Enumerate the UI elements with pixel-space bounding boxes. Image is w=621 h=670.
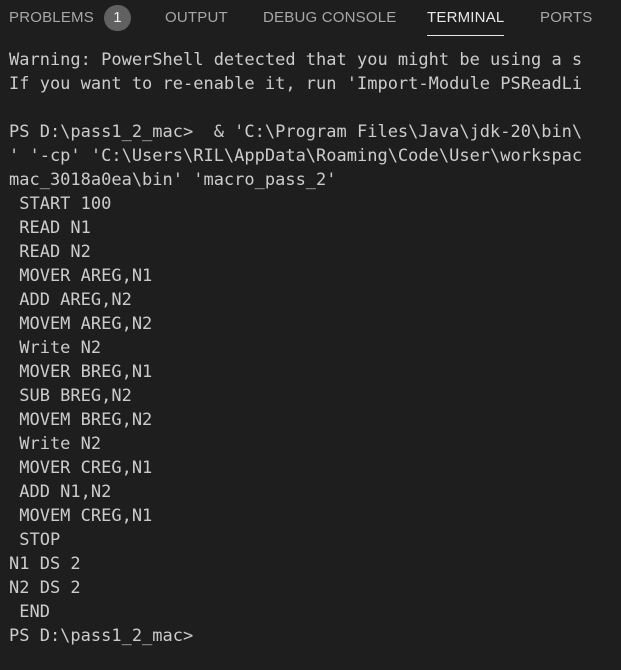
terminal-line: ' '-cp' 'C:\Users\RIL\AppData\Roaming\Co… [9,146,583,166]
tab-output[interactable]: OUTPUT [165,0,228,36]
terminal-line: N1 DS 2 [9,554,81,574]
terminal-line: If you want to re-enable it, run 'Import… [9,74,583,94]
tab-terminal-label: TERMINAL [427,9,505,26]
tab-terminal[interactable]: TERMINAL [427,0,505,36]
tab-output-label: OUTPUT [165,9,228,26]
terminal-line: ADD AREG,N2 [9,290,132,310]
terminal-line: READ N2 [9,242,91,262]
terminal-line: mac_3018a0ea\bin' 'macro_pass_2' [9,170,337,190]
terminal-line: MOVER AREG,N1 [9,266,153,286]
tab-debug-console[interactable]: DEBUG CONSOLE [263,0,396,36]
terminal-line: Write N2 [9,434,102,454]
terminal-line: SUB BREG,N2 [9,386,132,406]
terminal-line: MOVEM CREG,N1 [9,506,153,526]
tab-problems-label: PROBLEMS [9,9,94,26]
problems-count-badge: 1 [104,5,131,31]
terminal-line: END [9,602,50,622]
bottom-panel: PROBLEMS 1 OUTPUT DEBUG CONSOLE TERMINAL… [0,0,621,670]
terminal-line: PS D:\pass1_2_mac> & 'C:\Program Files\J… [9,122,583,142]
terminal-line: MOVER CREG,N1 [9,458,153,478]
terminal-line: PS D:\pass1_2_mac> [9,626,194,646]
tab-problems[interactable]: PROBLEMS [9,0,94,36]
terminal-line: MOVEM AREG,N2 [9,314,153,334]
tab-ports[interactable]: PORTS [540,0,592,36]
terminal-line: Write N2 [9,338,102,358]
panel-tab-bar: PROBLEMS 1 OUTPUT DEBUG CONSOLE TERMINAL… [0,0,621,36]
terminal-line: MOVER BREG,N1 [9,362,153,382]
active-tab-indicator [427,35,505,36]
terminal-output[interactable]: Warning: PowerShell detected that you mi… [9,48,621,670]
terminal-line: MOVEM BREG,N2 [9,410,153,430]
terminal-line: N2 DS 2 [9,578,81,598]
terminal-line: ADD N1,N2 [9,482,112,502]
tab-ports-label: PORTS [540,9,593,26]
terminal-line: STOP [9,530,61,550]
tab-debug-console-label: DEBUG CONSOLE [263,9,397,26]
terminal-line: READ N1 [9,218,91,238]
terminal-line: Warning: PowerShell detected that you mi… [9,50,583,70]
terminal-line: START 100 [9,194,112,214]
